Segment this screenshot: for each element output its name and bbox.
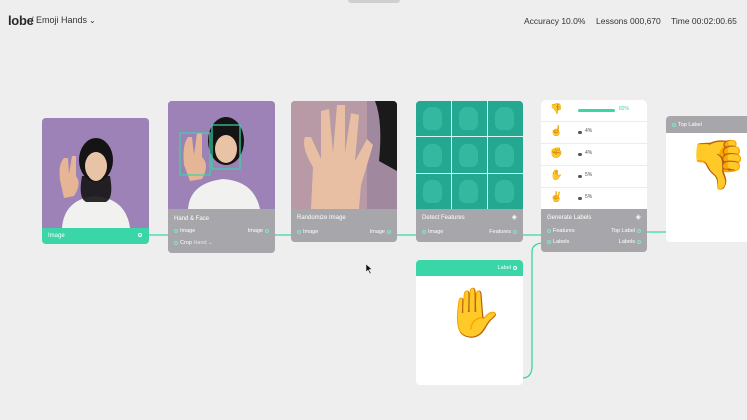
port-label: Features [489, 229, 511, 235]
feature-maps-grid [416, 101, 523, 209]
open-hand-icon: ✋ [550, 170, 563, 181]
feature-map [488, 137, 523, 173]
randomize-output-port[interactable]: Image [370, 229, 393, 235]
hand-closeup-photo [291, 101, 397, 209]
probability-value: 5% [585, 194, 593, 200]
thumbs-down-icon: 👎 [688, 139, 747, 192]
label-row: 👎 82% [541, 100, 647, 122]
hand-face-footer: Hand & Face Image Image Crop Hand ⌄ [168, 209, 275, 253]
detect-features-node[interactable]: Detect Features ◈ Image Features [416, 101, 523, 242]
detect-features-footer: Detect Features ◈ Image Features [416, 209, 523, 242]
hand-face-output-port[interactable]: Image [248, 228, 271, 234]
top-label-input-port[interactable]: Top Label [670, 122, 702, 128]
probability-value: 4% [585, 128, 593, 134]
port-label: Image [180, 228, 196, 234]
top-label-footer: Top Label [666, 116, 747, 133]
port-label: Top Label [611, 228, 635, 234]
port-dot [387, 230, 391, 234]
port-dot [174, 241, 178, 245]
port-label: Labels [618, 239, 635, 245]
port-label: Image [428, 229, 444, 235]
point-up-icon: ☝ [550, 126, 563, 137]
image-output-port[interactable] [138, 233, 142, 237]
generate-labels-node[interactable]: 👎 82% ☝ 4% ✊ 4% ✋ 5% ✌ 5% Generate Labels ◈ Featu… [541, 100, 647, 252]
port-dot [174, 229, 178, 233]
port-dot [265, 229, 269, 233]
hand-face-photo [168, 101, 275, 209]
features-output-port[interactable]: Features [489, 229, 519, 235]
mouse-cursor-icon [366, 264, 373, 274]
probability-bar [578, 131, 582, 134]
label-probabilities: 👎 82% ☝ 4% ✊ 4% ✋ 5% ✌ 5% [541, 100, 647, 210]
randomize-footer: Randomize Image Image Image [291, 209, 397, 242]
features-input-port[interactable]: Features [545, 228, 575, 234]
crop-value: Hand ⌄ [193, 240, 213, 246]
generate-labels-footer: Generate Labels ◈ Features Top Label Lab… [541, 209, 647, 252]
label-output-port[interactable]: Label [498, 265, 519, 271]
randomize-image-node[interactable]: Randomize Image Image Image [291, 101, 397, 242]
port-label: Image [369, 229, 385, 235]
port-dot [547, 240, 551, 244]
settings-icon[interactable]: ◈ [636, 213, 641, 221]
label-row: ✋ 5% [541, 166, 647, 188]
label-row: ☝ 4% [541, 122, 647, 144]
port-label: Labels [553, 239, 570, 245]
label-row: ✊ 4% [541, 144, 647, 166]
probability-bar [578, 175, 582, 178]
port-dot [513, 266, 517, 270]
labels-input-port[interactable]: Labels [545, 239, 569, 245]
port-label: Features [553, 228, 575, 234]
labels-output-port[interactable]: Labels [619, 239, 643, 245]
port-dot [637, 240, 641, 244]
probability-bar [578, 153, 582, 156]
port-dot [422, 230, 426, 234]
port-label: Label [497, 265, 511, 271]
port-label: Image [303, 229, 319, 235]
detect-features-title: Detect Features [422, 215, 465, 221]
image-node-title: Image [48, 233, 65, 239]
port-dot [297, 230, 301, 234]
feature-map [416, 137, 451, 173]
feature-map [488, 173, 523, 209]
feature-map [488, 101, 523, 137]
port-dot [672, 123, 676, 127]
label-row: ✌ 5% [541, 188, 647, 210]
port-dot [513, 230, 517, 234]
port-dot [637, 229, 641, 233]
crop-label: Crop [180, 240, 192, 246]
top-label-node[interactable]: 👎 Top Label [666, 116, 747, 242]
hand-face-node[interactable]: Hand & Face Image Image Crop Hand ⌄ [168, 101, 275, 253]
port-label: Top Label [678, 122, 702, 128]
probability-value: 82% [619, 106, 630, 112]
feature-map [416, 101, 451, 137]
hand-face-input-port[interactable]: Image [172, 228, 195, 234]
feature-map [452, 173, 487, 209]
port-label: Image [247, 228, 263, 234]
feature-map [416, 173, 451, 209]
top-label-output-port[interactable]: Top Label [611, 228, 643, 234]
image-node[interactable]: Image [42, 118, 149, 244]
features-input-port[interactable]: Image [420, 229, 443, 235]
feature-map [452, 137, 487, 173]
label-footer: Label [416, 260, 523, 276]
probability-value: 5% [585, 172, 593, 178]
fist-icon: ✊ [550, 148, 563, 159]
person-photo [42, 118, 149, 228]
label-node[interactable]: ✋ Label [416, 260, 523, 385]
randomize-input-port[interactable]: Image [295, 229, 318, 235]
crop-selector[interactable]: Crop Hand ⌄ [172, 240, 213, 246]
port-dot [547, 229, 551, 233]
probability-bar [578, 197, 582, 200]
open-hand-icon: ✋ [444, 287, 504, 340]
hand-face-title: Hand & Face [174, 216, 210, 222]
generate-labels-title: Generate Labels [547, 215, 592, 221]
victory-icon: ✌ [550, 192, 563, 203]
probability-value: 4% [585, 150, 593, 156]
feature-map [452, 101, 487, 137]
settings-icon[interactable]: ◈ [512, 213, 517, 221]
image-node-footer: Image [42, 228, 149, 244]
thumbs-down-icon: 👎 [550, 104, 563, 115]
probability-bar [578, 109, 615, 112]
randomize-title: Randomize Image [297, 215, 346, 221]
